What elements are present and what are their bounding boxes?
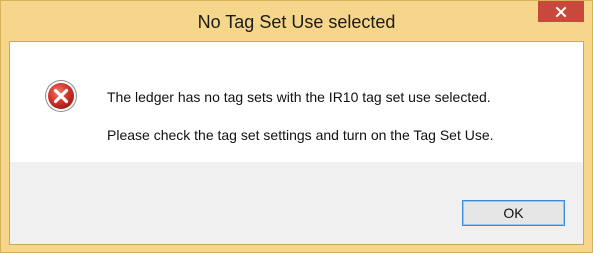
message-area: The ledger has no tag sets with the IR10… [10, 42, 583, 162]
message-dialog-window: No Tag Set Use selected The ledger has n… [0, 0, 593, 253]
close-icon [555, 6, 567, 17]
ok-button[interactable]: OK [462, 200, 565, 226]
button-bar: OK [10, 162, 583, 244]
error-icon [45, 80, 77, 112]
error-message-line-1: The ledger has no tag sets with the IR10… [107, 89, 491, 105]
dialog-body: The ledger has no tag sets with the IR10… [9, 41, 584, 245]
title-bar[interactable]: No Tag Set Use selected [1, 1, 592, 41]
close-button[interactable] [538, 1, 584, 22]
error-message-line-2: Please check the tag set settings and tu… [107, 127, 494, 143]
dialog-title: No Tag Set Use selected [197, 12, 396, 32]
